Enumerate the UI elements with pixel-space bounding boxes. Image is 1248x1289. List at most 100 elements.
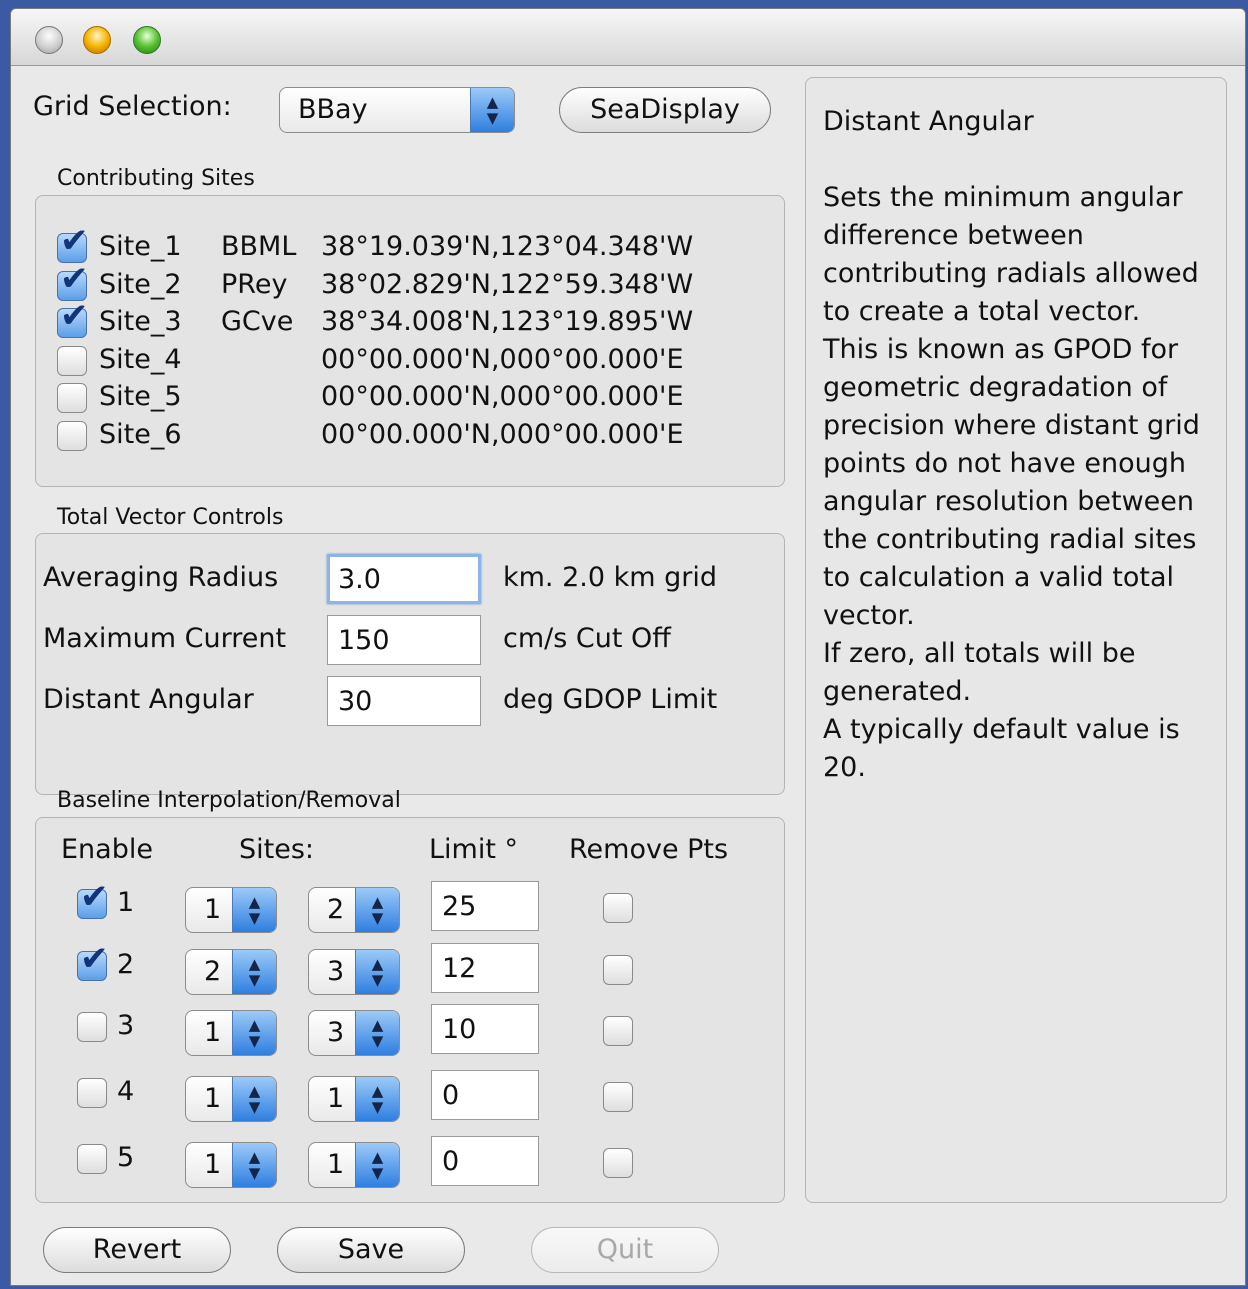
averaging-radius-input[interactable] xyxy=(327,554,481,604)
baseline-site-a-popup[interactable]: 2 ▲ ▼ xyxy=(185,949,277,995)
total-vector-controls-title: Total Vector Controls xyxy=(57,505,284,530)
popup-arrows-icon: ▲ ▼ xyxy=(355,888,399,932)
distant-angular-input[interactable] xyxy=(327,676,481,726)
maximum-current-unit: cm/s Cut Off xyxy=(503,623,671,654)
baseline-site-value: 1 xyxy=(204,1149,222,1180)
site-checkbox[interactable]: ✔ xyxy=(57,299,89,339)
baseline-box xyxy=(35,817,785,1203)
baseline-limit-input[interactable] xyxy=(431,943,539,993)
help-text: Distant Angular Sets the minimum angular… xyxy=(823,103,1223,787)
baseline-site-value: 2 xyxy=(204,956,222,987)
baseline-site-a-popup[interactable]: 1 ▲ ▼ xyxy=(185,1010,277,1056)
baseline-enable-checkbox[interactable]: ✔ xyxy=(77,880,109,919)
baseline-enable-checkbox[interactable]: ✔ xyxy=(77,942,109,981)
baseline-site-value: 3 xyxy=(327,956,345,987)
popup-arrows-icon: ▲ ▼ xyxy=(470,88,514,132)
baseline-limit-input[interactable] xyxy=(431,881,539,931)
averaging-radius-label: Averaging Radius xyxy=(43,562,279,593)
baseline-header-enable: Enable xyxy=(61,834,153,865)
site-coordinates: 38°02.829'N,122°59.348'W xyxy=(321,268,694,300)
title-bar xyxy=(11,9,1245,66)
save-button[interactable]: Save xyxy=(277,1227,465,1273)
distant-angular-label: Distant Angular xyxy=(43,684,254,715)
baseline-site-b-popup[interactable]: 1 ▲ ▼ xyxy=(308,1076,400,1122)
baseline-site-b-popup[interactable]: 1 ▲ ▼ xyxy=(308,1142,400,1188)
remove-pts-checkbox[interactable] xyxy=(603,1016,633,1046)
site-coordinates: 00°00.000'N,000°00.000'E xyxy=(321,343,684,375)
grid-selection-value: BBay xyxy=(298,94,368,125)
checkmark-icon: ✔ xyxy=(60,258,89,299)
site-checkbox[interactable] xyxy=(57,345,87,376)
site-checkbox[interactable] xyxy=(57,421,87,451)
site-name: Site_5 xyxy=(99,381,182,413)
help-paragraph: Sets the minimum angular difference betw… xyxy=(823,182,1199,327)
checkmark-icon: ✔ xyxy=(80,877,109,917)
quit-button[interactable]: Quit xyxy=(531,1227,719,1273)
popup-arrows-icon: ▲ ▼ xyxy=(232,950,276,994)
site-name: Site_1 xyxy=(99,231,182,262)
app-window: Grid Selection: BBay ▲ ▼ SeaDisplay Contr… xyxy=(10,8,1246,1286)
checkmark-icon: ✔ xyxy=(60,296,89,337)
baseline-header-sites: Sites: xyxy=(239,834,315,865)
checkmark-icon: ✔ xyxy=(60,221,89,261)
site-name: Site_2 xyxy=(99,268,182,300)
site-coordinates: 00°00.000'N,000°00.000'E xyxy=(321,419,684,450)
baseline-row-number: 1 xyxy=(117,887,135,918)
popup-arrows-icon: ▲ ▼ xyxy=(232,1077,276,1121)
contributing-sites-title: Contributing Sites xyxy=(57,166,255,191)
site-name: Site_6 xyxy=(99,419,182,450)
baseline-header-remove-pts: Remove Pts xyxy=(569,834,729,865)
popup-arrows-icon: ▲ ▼ xyxy=(232,888,276,932)
checkmark-icon: ✔ xyxy=(80,939,109,979)
baseline-site-value: 1 xyxy=(204,894,222,925)
remove-pts-checkbox[interactable] xyxy=(603,1082,633,1112)
baseline-site-value: 1 xyxy=(204,1017,222,1048)
baseline-row-number: 3 xyxy=(117,1010,135,1041)
averaging-radius-unit: km. 2.0 km grid xyxy=(503,562,718,593)
remove-pts-checkbox[interactable] xyxy=(603,955,633,985)
remove-pts-checkbox[interactable] xyxy=(603,1148,633,1178)
sea-display-button[interactable]: SeaDisplay xyxy=(559,87,771,133)
grid-selection-label: Grid Selection: xyxy=(33,91,232,122)
help-paragraph: If zero, all totals will be generated. xyxy=(823,638,1136,707)
baseline-limit-input[interactable] xyxy=(431,1004,539,1054)
distant-angular-unit: deg GDOP Limit xyxy=(503,684,718,715)
popup-arrows-icon: ▲ ▼ xyxy=(355,1011,399,1055)
revert-button[interactable]: Revert xyxy=(43,1227,231,1273)
baseline-site-b-popup[interactable]: 3 ▲ ▼ xyxy=(308,949,400,995)
baseline-site-value: 1 xyxy=(327,1149,345,1180)
site-coordinates: 00°00.000'N,000°00.000'E xyxy=(321,381,684,413)
remove-pts-checkbox[interactable] xyxy=(603,893,633,923)
baseline-limit-input[interactable] xyxy=(431,1070,539,1120)
help-paragraph: A typically default value is 20. xyxy=(823,714,1180,783)
maximum-current-input[interactable] xyxy=(327,615,481,665)
baseline-site-b-popup[interactable]: 3 ▲ ▼ xyxy=(308,1010,400,1056)
minimize-window-button[interactable] xyxy=(83,26,111,54)
baseline-enable-checkbox[interactable] xyxy=(77,1144,107,1174)
baseline-enable-checkbox[interactable] xyxy=(77,1012,107,1042)
baseline-row-number: 2 xyxy=(117,949,135,980)
baseline-site-a-popup[interactable]: 1 ▲ ▼ xyxy=(185,1142,277,1188)
baseline-site-value: 1 xyxy=(327,1083,345,1114)
maximum-current-label: Maximum Current xyxy=(43,623,287,654)
site-coordinates: 38°19.039'N,123°04.348'W xyxy=(321,231,694,262)
baseline-header-limit: Limit ° xyxy=(429,834,519,865)
site-coordinates: 38°34.008'N,123°19.895'W xyxy=(321,306,694,338)
baseline-row-number: 4 xyxy=(117,1076,135,1107)
baseline-row-number: 5 xyxy=(117,1142,135,1173)
baseline-site-value: 3 xyxy=(327,1017,345,1048)
grid-selection-popup[interactable]: BBay ▲ ▼ xyxy=(279,87,515,133)
zoom-window-button[interactable] xyxy=(133,26,161,54)
baseline-site-a-popup[interactable]: 1 ▲ ▼ xyxy=(185,887,277,933)
close-window-button[interactable] xyxy=(35,26,63,54)
baseline-site-b-popup[interactable]: 2 ▲ ▼ xyxy=(308,887,400,933)
help-title: Distant Angular xyxy=(823,106,1034,137)
baseline-limit-input[interactable] xyxy=(431,1136,539,1186)
baseline-site-value: 1 xyxy=(204,1083,222,1114)
site-checkbox[interactable] xyxy=(57,383,87,414)
site-code: GCve xyxy=(221,306,294,338)
baseline-site-a-popup[interactable]: 1 ▲ ▼ xyxy=(185,1076,277,1122)
baseline-enable-checkbox[interactable] xyxy=(77,1078,107,1108)
baseline-site-value: 2 xyxy=(327,894,345,925)
site-code: BBML xyxy=(221,231,297,262)
